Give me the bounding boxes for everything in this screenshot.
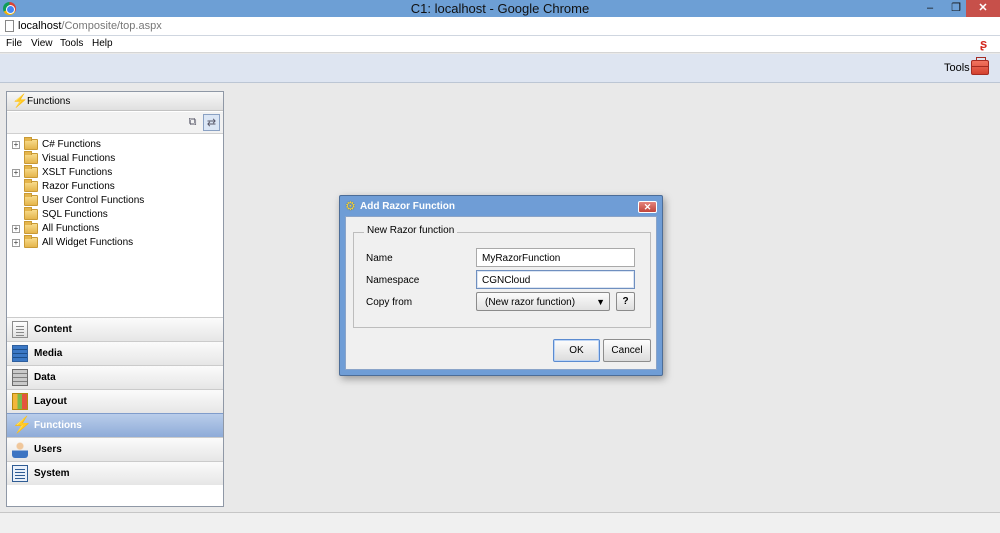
tree-item-label: XSLT Functions [42,167,113,178]
folder-icon [24,151,38,164]
name-label: Name [366,253,393,264]
toolbox-icon[interactable] [971,57,989,75]
expand-icon[interactable]: + [12,239,20,247]
dialog-body: New Razor function Name MyRazorFunction … [345,216,657,370]
users-icon [12,441,28,458]
folder-icon [24,137,38,150]
content-icon [12,321,28,338]
panel-tools: ⧉ ⇄ [7,112,223,134]
tree-item-label: Visual Functions [42,153,116,164]
tree-item-all-functions[interactable]: + All Functions [7,221,223,236]
tree-item-all-widget-functions[interactable]: + All Widget Functions [7,235,223,250]
help-button[interactable]: ? [616,292,635,311]
address-bar[interactable]: localhost/Composite/top.aspx [0,17,1000,36]
folder-icon [24,235,38,248]
folder-icon [24,221,38,234]
nav-label: Functions [34,420,82,431]
url-host: localhost [18,20,62,32]
page-icon [5,20,14,32]
tree-item-label: Razor Functions [42,181,115,192]
nav-label: Data [34,372,56,383]
folder-icon [24,207,38,220]
tree-item-label: All Widget Functions [42,237,134,248]
menu-file[interactable]: File [6,38,22,49]
group-label: New Razor function [364,225,458,236]
tree-item-label: User Control Functions [42,195,145,206]
nav-label: Layout [34,396,67,407]
link-with-editor-icon[interactable]: ⇄ [203,114,220,131]
nav-label: Users [34,444,62,455]
nav-content[interactable]: Content [7,317,223,341]
close-window-button[interactable]: ✕ [966,0,1000,17]
nav-system[interactable]: System [7,461,223,485]
folder-icon [24,179,38,192]
copy-from-label: Copy from [366,297,413,308]
minimize-button[interactable]: – [917,0,943,17]
tree-item-sql-functions[interactable]: SQL Functions [7,207,223,222]
folder-icon [24,193,38,206]
nav-data[interactable]: Data [7,365,223,389]
data-icon [12,369,28,386]
panel-title: Functions [27,96,71,107]
collapse-all-icon[interactable]: ⧉ [184,114,201,131]
expand-icon[interactable]: + [12,141,20,149]
lightning-icon: ⚡ [12,93,29,108]
chevron-down-icon: ▼ [596,297,605,307]
ok-button[interactable]: OK [553,339,600,362]
expand-icon[interactable]: + [12,225,20,233]
url-text[interactable]: localhost/Composite/top.aspx [18,20,162,32]
nav-media[interactable]: Media [7,341,223,365]
tree-item-razor-functions[interactable]: Razor Functions [7,179,223,194]
system-icon [12,465,28,482]
tree-item-csharp-functions[interactable]: + C# Functions [7,137,223,152]
menu-help[interactable]: Help [92,38,113,49]
nav-functions[interactable]: ⚡ Functions [7,413,223,437]
status-bar [0,512,1000,533]
media-icon [12,345,28,362]
copy-from-select[interactable]: (New razor function) ▼ [476,292,610,311]
cancel-button[interactable]: Cancel [603,339,651,362]
tools-label[interactable]: Tools [944,62,970,74]
tree-item-xslt-functions[interactable]: + XSLT Functions [7,165,223,180]
namespace-input[interactable]: CGNCloud [476,270,635,289]
url-path: /Composite/top.aspx [61,20,162,32]
tree-item-visual-functions[interactable]: Visual Functions [7,151,223,166]
panel-header: ⚡ Functions [7,92,223,111]
toolbar: Tools [0,54,1000,83]
composite-logo-icon: ʂ [980,36,988,51]
folder-icon [24,165,38,178]
expand-icon[interactable]: + [12,169,20,177]
menu-bar: File View Tools Help ʂ [0,36,1000,53]
namespace-label: Namespace [366,275,420,286]
browser-title-bar: C1: localhost - Google Chrome – ❐ ✕ [0,0,1000,17]
tree-item-user-control-functions[interactable]: User Control Functions [7,193,223,208]
functions-icon: ⚡ [12,417,32,434]
window-title: C1: localhost - Google Chrome [410,1,590,16]
dialog-title: Add Razor Function [360,201,455,212]
nav-layout[interactable]: Layout [7,389,223,413]
nav-users[interactable]: Users [7,437,223,461]
tree-item-label: All Functions [42,223,100,234]
left-panel: ⚡ Functions ⧉ ⇄ + C# Functions Visual Fu… [6,91,224,507]
copy-from-value: (New razor function) [485,297,576,308]
dialog-close-button[interactable]: ✕ [638,201,657,213]
layout-icon [12,393,28,410]
menu-tools[interactable]: Tools [60,38,83,49]
nav-label: System [34,468,70,479]
function-icon: ⚙ [345,199,356,213]
tree-item-label: SQL Functions [42,209,108,220]
add-razor-function-dialog: ⚙ Add Razor Function ✕ New Razor functio… [339,195,663,376]
nav-label: Content [34,324,72,335]
menu-view[interactable]: View [31,38,53,49]
nav-label: Media [34,348,63,359]
name-input[interactable]: MyRazorFunction [476,248,635,267]
tree-item-label: C# Functions [42,139,101,150]
